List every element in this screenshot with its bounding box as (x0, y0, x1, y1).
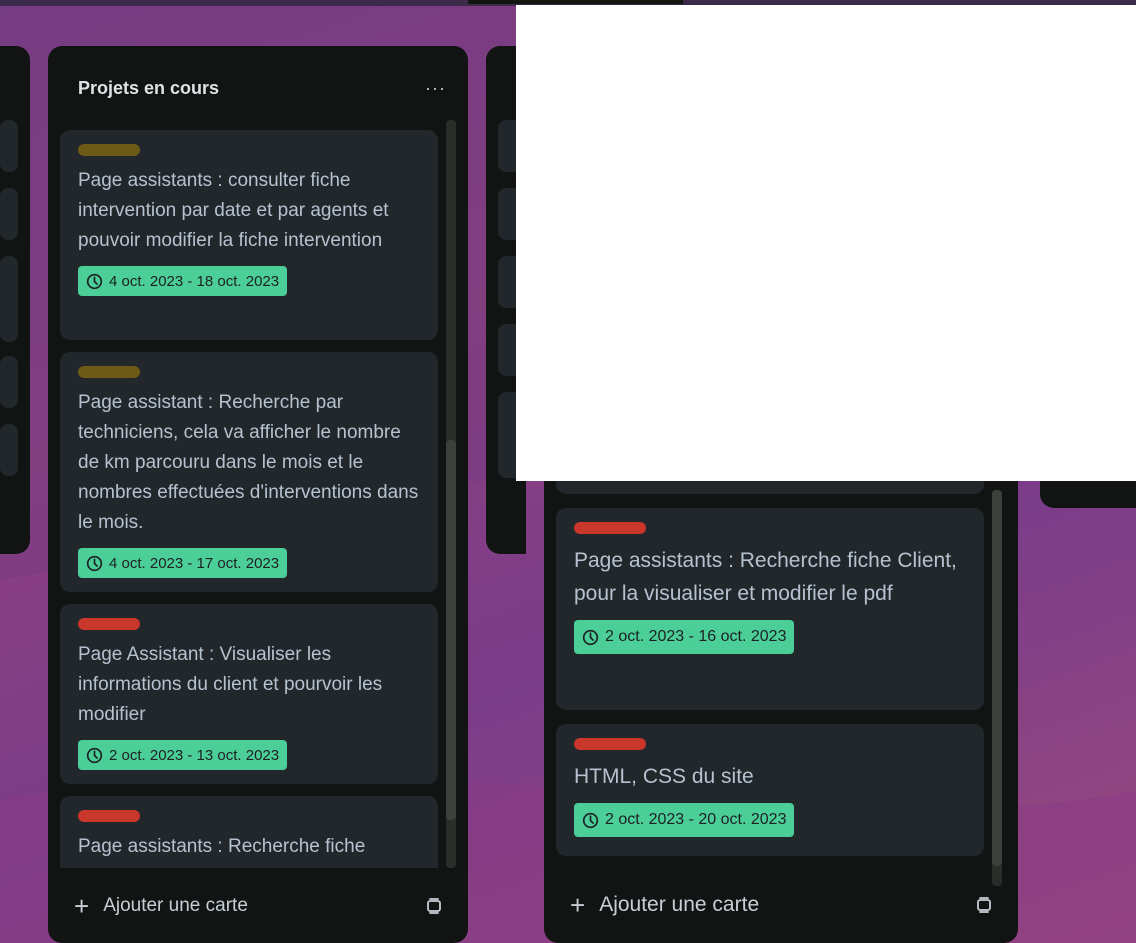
card-label[interactable] (574, 522, 646, 534)
add-card-button[interactable]: + Ajouter une carte (74, 893, 248, 919)
clock-icon (582, 812, 599, 828)
plus-icon: + (74, 891, 90, 921)
card[interactable]: Page assistants : Recherche fiche Client… (60, 796, 438, 868)
add-card-label: Ajouter une carte (103, 895, 248, 916)
date-badge[interactable]: 4 oct. 2023 - 18 oct. 2023 (78, 266, 288, 296)
card[interactable]: Page Assistant : Visualiser les informat… (60, 604, 438, 784)
plus-icon: + (570, 890, 586, 920)
card-title: Page assistants : Recherche fiche Client… (78, 836, 394, 868)
card-title: Page assistants : consulter fiche interv… (78, 170, 389, 251)
blank-overlay (516, 5, 1136, 481)
card[interactable]: HTML, CSS du site 2 oct. 2023 - 20 oct. … (556, 724, 984, 856)
clock-icon (86, 273, 103, 289)
card[interactable]: Page assistants : consulter fiche interv… (60, 130, 438, 340)
date-badge[interactable]: 2 oct. 2023 - 20 oct. 2023 (574, 803, 795, 837)
card-container: Page assistants : consulter fiche interv… (60, 130, 438, 868)
card[interactable]: Page assistant : Recherche par technicie… (60, 352, 438, 592)
date-text: 4 oct. 2023 - 18 oct. 2023 (109, 272, 280, 290)
date-text: 4 oct. 2023 - 17 oct. 2023 (109, 554, 280, 572)
card-label[interactable] (78, 810, 140, 822)
date-text: 2 oct. 2023 - 16 oct. 2023 (605, 628, 787, 645)
list-menu-button[interactable]: ··· (425, 78, 446, 99)
date-badge[interactable]: 2 oct. 2023 - 13 oct. 2023 (78, 740, 288, 770)
left-peek-card (0, 356, 18, 408)
card-title: Page assistant : Recherche par technicie… (78, 392, 419, 533)
card-label[interactable] (78, 144, 140, 156)
list-header: Projets en cours ··· (48, 46, 468, 130)
left-peek-card (0, 424, 18, 476)
card-label[interactable] (574, 738, 646, 750)
scrollbar-thumb[interactable] (446, 440, 456, 820)
card-label[interactable] (78, 366, 140, 378)
left-peek-card (0, 120, 18, 172)
date-text: 2 oct. 2023 - 20 oct. 2023 (605, 811, 787, 828)
card-label[interactable] (78, 618, 140, 630)
date-badge[interactable]: 2 oct. 2023 - 16 oct. 2023 (574, 620, 795, 654)
list-scrollbar[interactable] (446, 120, 456, 868)
card[interactable]: Page assistants : Recherche fiche Client… (556, 508, 984, 710)
list-scrollbar[interactable] (992, 490, 1002, 886)
left-peek-card (0, 188, 18, 240)
card-template-icon[interactable] (424, 896, 444, 916)
clock-icon (86, 747, 103, 763)
date-text: 2 oct. 2023 - 13 oct. 2023 (109, 746, 280, 764)
card-template-icon[interactable] (974, 895, 994, 915)
list-second: Page assistants : Recherche fiche Client… (544, 470, 1018, 943)
clock-icon (582, 629, 599, 645)
card-title: Page Assistant : Visualiser les informat… (78, 644, 383, 725)
list-footer: + Ajouter une carte (544, 867, 1018, 943)
add-card-label: Ajouter une carte (599, 893, 760, 916)
date-badge[interactable]: 4 oct. 2023 - 17 oct. 2023 (78, 548, 288, 578)
card-title: Page assistants : Recherche fiche Client… (574, 549, 957, 605)
left-peek-card (0, 256, 18, 342)
list-projets-en-cours: Projets en cours ··· Page assistants : c… (48, 46, 468, 943)
add-card-button[interactable]: + Ajouter une carte (570, 892, 759, 918)
card-container: Page assistants : Recherche fiche Client… (556, 508, 984, 858)
card-title: HTML, CSS du site (574, 765, 754, 788)
list-footer: + Ajouter une carte (48, 869, 468, 943)
clock-icon (86, 555, 103, 571)
scrollbar-thumb[interactable] (992, 490, 1002, 866)
list-title[interactable]: Projets en cours (78, 78, 219, 99)
